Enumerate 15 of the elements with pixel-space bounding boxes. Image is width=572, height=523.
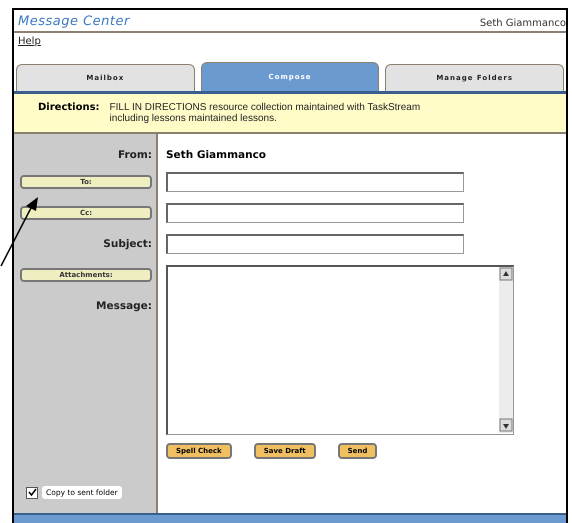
user-name: Seth Giammanco (480, 18, 566, 29)
sender-name: Seth Giammanco (166, 149, 266, 161)
app-title: Message Center (18, 14, 130, 29)
input-field[interactable] (166, 202, 464, 222)
message-label: Message: (96, 300, 152, 312)
subject-label: Subject: (103, 238, 152, 250)
help-link[interactable]: Help (14, 33, 45, 50)
copy-checkbox[interactable] (26, 486, 38, 498)
directions-text: FILL IN DIRECTIONS resource collection maintained with TaskStream including lessons maintained lessons. (110, 102, 422, 124)
input-field[interactable] (166, 234, 464, 254)
scrollbar-drawing[interactable] (499, 267, 513, 433)
input-field[interactable] (166, 172, 464, 192)
message-field[interactable] (166, 265, 514, 435)
from-label: From: (118, 149, 152, 161)
directions-label: Directions: (38, 102, 100, 115)
